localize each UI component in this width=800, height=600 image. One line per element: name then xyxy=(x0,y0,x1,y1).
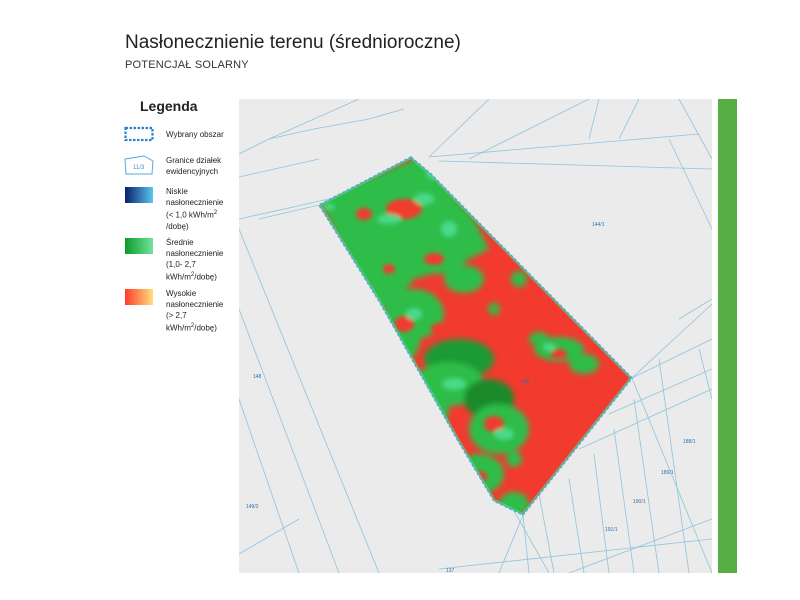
selected-area-icon xyxy=(124,126,154,142)
legend-label-medium-insolation: Średnie nasłonecznienie (1,0- 2,7 kWh/m2… xyxy=(166,237,246,283)
parcel-label-191-1: 191/1 xyxy=(605,527,618,533)
legend-label-parcel-boundaries: Granice działek ewidencyjnych xyxy=(166,156,222,176)
low-line2: nasłonecznienie xyxy=(166,198,224,207)
high-gradient-icon xyxy=(125,289,153,305)
parcel-sample-label: 11/3 xyxy=(133,165,145,171)
page-title: Nasłonecznienie terenu (średnioroczne) xyxy=(125,32,461,53)
low-line1: Niskie xyxy=(166,187,188,196)
parcel-label-145: 145 xyxy=(521,379,530,385)
medium-line4a: kWh/m xyxy=(166,272,191,282)
legend-label-selected-area: Wybrany obszar xyxy=(166,130,224,139)
high-line1: Wysokie xyxy=(166,289,197,298)
insolation-map[interactable]: 144/1 148 145 188/1 189/1 190/1 191/1 14… xyxy=(239,99,712,573)
parcel-label-137: 137 xyxy=(446,568,455,573)
low-line4: /dobę) xyxy=(166,221,189,231)
parcel-label-144-1: 144/1 xyxy=(592,222,605,228)
parcel-boundary-icon: 11/3 xyxy=(124,155,154,175)
low-gradient-icon xyxy=(125,187,153,203)
low-sup: 2 xyxy=(213,210,218,216)
side-accent-bar xyxy=(718,99,737,573)
legend-title: Legenda xyxy=(140,98,198,114)
medium-gradient-icon xyxy=(125,238,153,254)
high-line4b: /dobę) xyxy=(194,323,217,333)
medium-line4b: /dobę) xyxy=(194,272,217,282)
parcel-label-189-1: 189/1 xyxy=(661,470,674,476)
parcel-label-190-1: 190/1 xyxy=(633,499,646,505)
high-line4a: kWh/m xyxy=(166,323,191,333)
medium-line1: Średnie xyxy=(166,238,194,247)
low-line3: (< 1,0 kWh/m2 xyxy=(166,208,246,221)
medium-line3: (1,0- 2,7 xyxy=(166,260,196,269)
high-line2: nasłonecznienie xyxy=(166,300,224,309)
high-line4: kWh/m2/dobę) xyxy=(166,321,246,334)
parcel-label-149-2: 149/2 xyxy=(246,504,259,510)
legend-label-low-insolation: Niskie nasłonecznienie (< 1,0 kWh/m2 /do… xyxy=(166,186,246,232)
medium-line2: nasłonecznienie xyxy=(166,249,224,258)
medium-line4: kWh/m2/dobę) xyxy=(166,270,246,283)
parcel-label-188-1: 188/1 xyxy=(683,439,696,445)
high-line3: (> 2,7 xyxy=(166,311,187,320)
legend-label-high-insolation: Wysokie nasłonecznienie (> 2,7 kWh/m2/do… xyxy=(166,288,246,334)
map-canvas[interactable]: 144/1 148 145 188/1 189/1 190/1 191/1 14… xyxy=(239,99,712,573)
page-subtitle: POTENCJAŁ SOLARNY xyxy=(125,59,249,71)
parcel-label-148: 148 xyxy=(253,374,262,380)
low-line3-text: (< 1,0 kWh/m xyxy=(166,210,214,220)
